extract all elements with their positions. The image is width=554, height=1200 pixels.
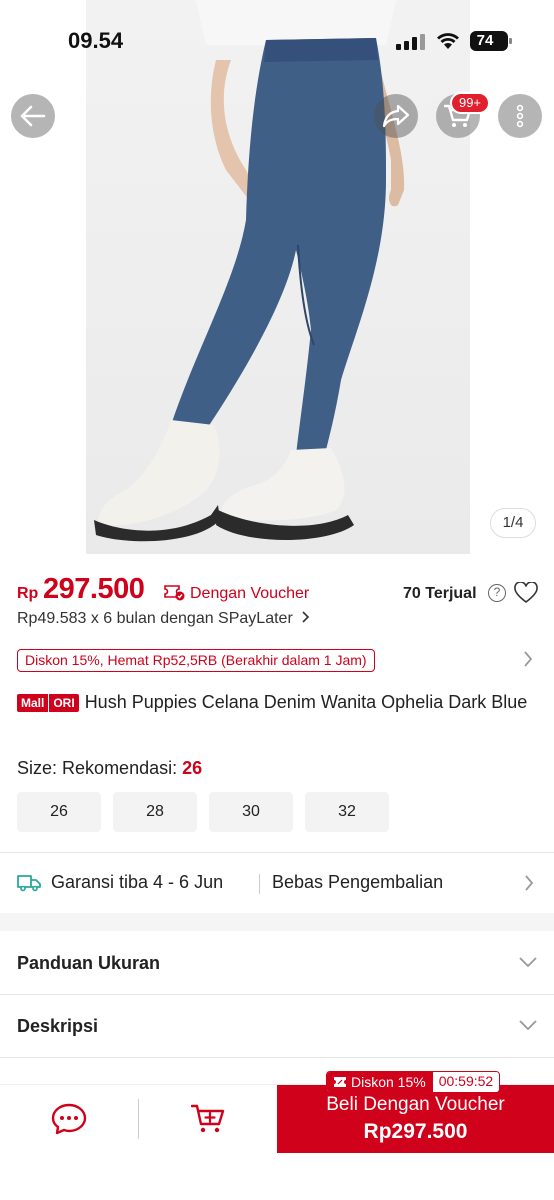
product-gallery[interactable]: 09.54 74 99+ 1/4 bbox=[0, 0, 554, 554]
chat-button[interactable] bbox=[0, 1085, 138, 1153]
add-to-cart-button[interactable] bbox=[139, 1085, 277, 1153]
installment-text: Rp49.583 x 6 bulan dengan SPayLater bbox=[17, 610, 293, 627]
ori-badge-label: ORI bbox=[48, 694, 79, 712]
favorite-heart-icon[interactable] bbox=[514, 582, 538, 604]
shipping-row[interactable]: Garansi tiba 4 - 6 Jun Bebas Pengembalia… bbox=[0, 853, 554, 913]
wifi-icon bbox=[437, 33, 459, 49]
image-counter: 1/4 bbox=[490, 508, 536, 538]
installment-link[interactable]: Rp49.583 x 6 bulan dengan SPayLater bbox=[17, 610, 310, 628]
divider bbox=[0, 1057, 554, 1058]
size-option-26[interactable]: 26 bbox=[17, 792, 101, 832]
chevron-right-icon bbox=[302, 611, 310, 623]
more-button[interactable] bbox=[498, 94, 542, 138]
size-recommend-label: Rekomendasi: bbox=[62, 758, 178, 778]
size-label: Size: bbox=[17, 758, 58, 778]
cart-count-badge: 99+ bbox=[450, 92, 490, 114]
accordion-size-guide-label: Panduan Ukuran bbox=[17, 953, 161, 973]
voucher-icon bbox=[334, 1077, 346, 1087]
share-icon bbox=[382, 104, 410, 128]
discount-tag: Diskon 15%, Hemat Rp52,5RB (Berakhir dal… bbox=[17, 649, 375, 672]
section-spacer bbox=[0, 913, 554, 931]
buy-button-label: Beli Dengan Voucher bbox=[326, 1094, 505, 1115]
product-title-text: Hush Puppies Celana Denim Wanita Ophelia… bbox=[84, 692, 528, 712]
discount-timer-label: Diskon 15% bbox=[327, 1072, 433, 1092]
separator bbox=[259, 874, 260, 894]
status-bar: 09.54 74 bbox=[0, 0, 554, 80]
product-title: Mall ORI Hush Puppies Celana Denim Wanit… bbox=[17, 690, 537, 714]
product-page: 09.54 74 99+ 1/4 Rp 297.500 Dengan Vouch… bbox=[0, 0, 554, 1200]
help-icon[interactable]: ? bbox=[488, 584, 506, 602]
voucher-label: Dengan Voucher bbox=[190, 585, 310, 602]
back-button[interactable] bbox=[11, 94, 55, 138]
bottom-action-bar: Beli Dengan Voucher Rp297.500 bbox=[0, 1084, 554, 1200]
size-recommend-value: 26 bbox=[182, 758, 203, 778]
accordion-description[interactable]: Deskripsi bbox=[0, 995, 554, 1057]
arrow-left-icon bbox=[20, 105, 46, 127]
chat-icon bbox=[51, 1103, 87, 1135]
size-option-32[interactable]: 32 bbox=[305, 792, 389, 832]
accordion-description-label: Deskripsi bbox=[17, 1016, 99, 1036]
buy-with-voucher-button[interactable]: Beli Dengan Voucher Rp297.500 bbox=[277, 1085, 554, 1153]
truck-icon bbox=[17, 875, 41, 892]
add-to-cart-icon bbox=[191, 1104, 225, 1133]
countdown-timer: 00:59:52 bbox=[432, 1072, 500, 1092]
sold-count: 70 Terjual bbox=[403, 585, 477, 602]
discount-row[interactable]: Diskon 15%, Hemat Rp52,5RB (Berakhir dal… bbox=[17, 649, 537, 673]
product-photo bbox=[86, 0, 470, 554]
buy-button-price: Rp297.500 bbox=[363, 1120, 468, 1143]
price-currency: Rp bbox=[17, 585, 39, 602]
more-vertical-icon bbox=[516, 104, 524, 128]
voucher-icon bbox=[164, 585, 185, 601]
cellular-signal-icon bbox=[396, 34, 425, 50]
chevron-down-icon bbox=[519, 1020, 537, 1031]
mall-badge-label: Mall bbox=[17, 694, 49, 712]
battery-icon: 74 bbox=[470, 31, 512, 51]
chevron-right-icon bbox=[524, 651, 533, 667]
discount-timer-text: Diskon 15% bbox=[351, 1073, 426, 1090]
price-amount: 297.500 bbox=[43, 573, 145, 605]
size-option-28[interactable]: 28 bbox=[113, 792, 197, 832]
accordion-size-guide[interactable]: Panduan Ukuran bbox=[0, 932, 554, 994]
price-row: Rp 297.500 Dengan Voucher 70 Terjual ? bbox=[17, 573, 547, 609]
size-option-30[interactable]: 30 bbox=[209, 792, 293, 832]
size-heading: Size: Rekomendasi: 26 bbox=[17, 758, 202, 779]
free-returns: Bebas Pengembalian bbox=[272, 872, 444, 892]
delivery-guarantee: Garansi tiba 4 - 6 Jun bbox=[51, 872, 224, 892]
chevron-down-icon bbox=[519, 957, 537, 968]
chevron-right-icon bbox=[525, 875, 534, 891]
mall-ori-badge: Mall ORI bbox=[17, 694, 79, 712]
status-time: 09.54 bbox=[68, 28, 124, 53]
share-button[interactable] bbox=[374, 94, 418, 138]
discount-timer-badge: Diskon 15% 00:59:52 bbox=[326, 1071, 501, 1093]
battery-level: 74 bbox=[476, 32, 494, 49]
